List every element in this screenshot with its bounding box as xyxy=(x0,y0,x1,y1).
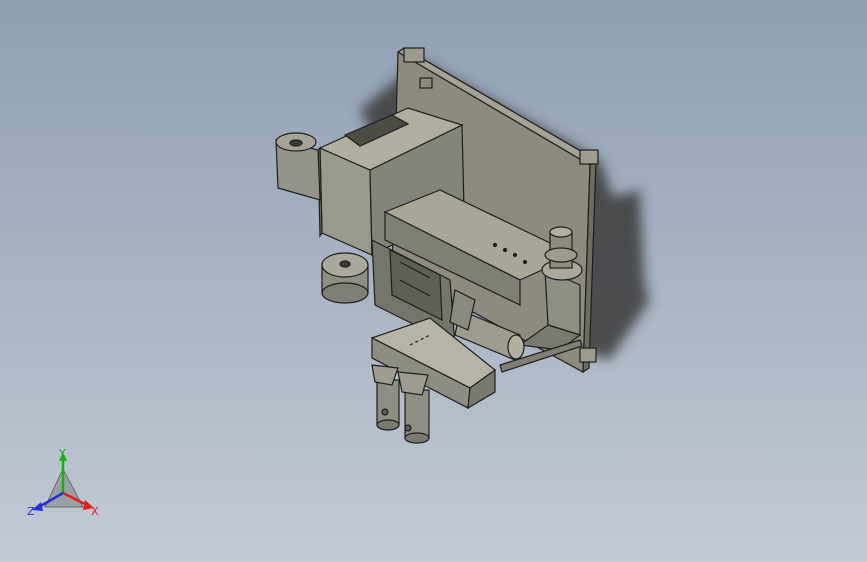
y-axis-label: Y xyxy=(58,447,66,460)
z-axis-label: Z xyxy=(27,505,35,518)
view-orientation-triad[interactable]: Y X Z xyxy=(25,447,105,527)
x-axis-label: X xyxy=(91,505,99,518)
cad-graphics-viewport[interactable]: Y X Z xyxy=(0,0,867,562)
spool-roller[interactable] xyxy=(321,252,369,304)
left-bracket-arm[interactable] xyxy=(275,132,321,201)
cad-assembly-model[interactable] xyxy=(0,0,867,562)
lower-guide-posts[interactable] xyxy=(371,364,430,444)
